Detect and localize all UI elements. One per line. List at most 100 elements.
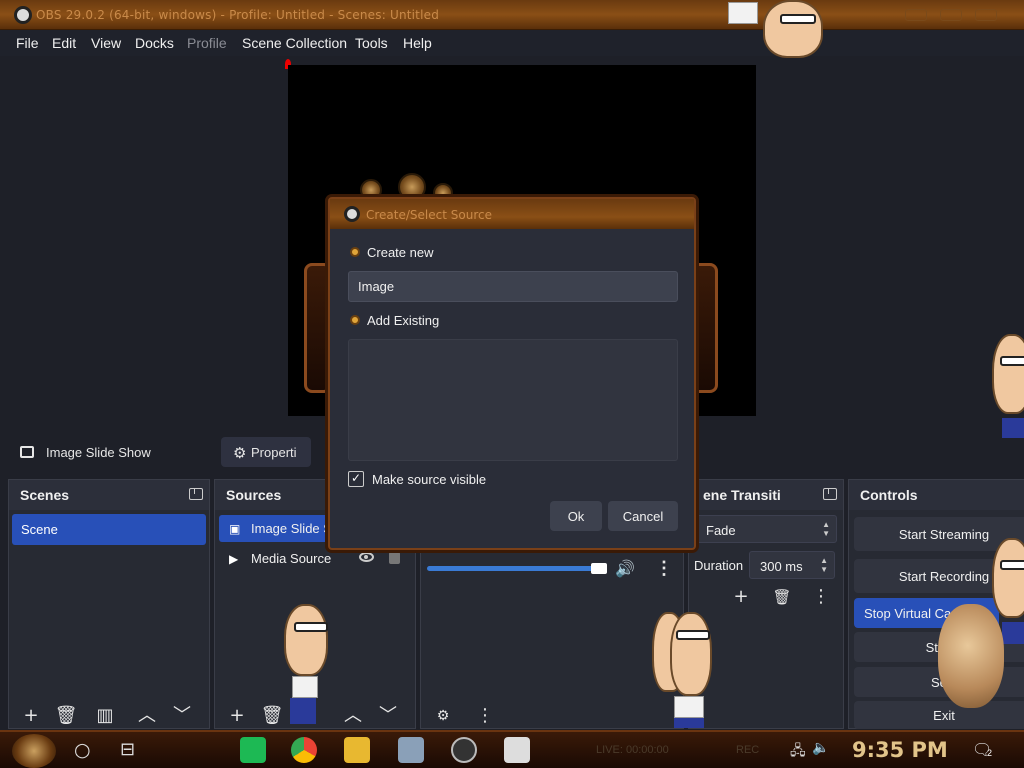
cartoon-pants xyxy=(290,698,316,724)
make-visible-checkbox[interactable]: ✓ xyxy=(348,471,364,487)
title-bar[interactable]: OBS 29.0.2 (64-bit, windows) - Profile: … xyxy=(0,0,1024,30)
menu-view[interactable]: View xyxy=(91,35,121,51)
scene-list-item[interactable]: Scene xyxy=(12,514,206,545)
cartoon-pants xyxy=(1002,418,1024,438)
transition-type-value: Fade xyxy=(706,523,736,538)
move-source-down-button[interactable]: ﹀ xyxy=(376,706,400,728)
cancel-button[interactable]: Cancel xyxy=(608,501,678,531)
obs-taskbar-icon[interactable] xyxy=(451,737,477,763)
add-scene-button[interactable]: + xyxy=(19,706,43,728)
controls-title: Controls xyxy=(860,487,918,503)
add-existing-label: Add Existing xyxy=(367,313,440,328)
cartoon-character-right-top xyxy=(986,334,1024,440)
existing-sources-list[interactable] xyxy=(348,339,678,461)
cartoon-character-top xyxy=(728,0,843,60)
transition-type-select[interactable]: Fade ▲ ▼ xyxy=(695,515,837,543)
create-select-source-dialog: Create/Select Source Create new Add Exis… xyxy=(328,197,696,550)
duration-value: 300 ms xyxy=(760,559,803,574)
taskbar-clock[interactable]: 9:35 PM xyxy=(852,738,948,762)
windows-taskbar: ○ ⊟ LIVE: 00:00:00 REC 🖧 🔈 9:35 PM 🗨 2 xyxy=(0,730,1024,768)
make-visible-label: Make source visible xyxy=(372,472,487,487)
spin-arrows-icon: ▲ ▼ xyxy=(822,520,830,538)
duration-label: Duration xyxy=(694,558,744,573)
menu-help[interactable]: Help xyxy=(403,35,432,51)
selected-source-name: Image Slide Show xyxy=(46,445,151,460)
undock-icon[interactable] xyxy=(823,488,837,500)
undock-icon[interactable] xyxy=(189,488,203,500)
menu-edit[interactable]: Edit xyxy=(52,35,76,51)
menu-profile[interactable]: Profile xyxy=(187,35,227,51)
rec-status: REC xyxy=(736,744,760,756)
menu-scene-collection[interactable]: Scene Collection xyxy=(242,35,347,51)
scenes-title: Scenes xyxy=(20,487,70,503)
menu-file[interactable]: File xyxy=(16,35,39,51)
transitions-dock-header: ene Transiti xyxy=(689,480,843,510)
exit-button[interactable]: Exit xyxy=(854,701,1024,729)
visibility-eye-icon[interactable] xyxy=(359,552,374,562)
move-scene-down-button[interactable]: ﹀ xyxy=(170,706,194,728)
add-existing-radio[interactable] xyxy=(350,315,360,325)
ok-button[interactable]: Ok xyxy=(550,501,602,531)
file-explorer-icon[interactable] xyxy=(344,737,370,763)
source-name-field[interactable] xyxy=(348,271,678,302)
network-icon[interactable]: 🖧 xyxy=(790,740,806,764)
dialog-title-bar[interactable]: Create/Select Source xyxy=(330,199,694,229)
scene-filters-button[interactable]: ▥ xyxy=(93,706,117,728)
spotify-app-icon[interactable] xyxy=(240,737,266,763)
live-status: LIVE: 00:00:00 xyxy=(596,744,669,756)
lock-icon[interactable] xyxy=(389,552,400,564)
advanced-audio-gear-icon[interactable]: ⚙ xyxy=(431,706,455,728)
cartoon-pants xyxy=(1002,622,1024,644)
spin-arrows-icon: ▲ ▼ xyxy=(820,556,828,574)
duration-spinbox[interactable]: 300 ms ▲ ▼ xyxy=(749,551,835,579)
cartoon-character-walking xyxy=(280,604,336,728)
app-window-icon[interactable] xyxy=(398,737,424,763)
move-scene-up-button[interactable]: ︿ xyxy=(135,706,159,728)
exit-label: Exit xyxy=(933,708,955,723)
cartoon-shirt xyxy=(292,676,318,698)
add-source-button[interactable]: + xyxy=(225,706,249,728)
maximize-button[interactable] xyxy=(940,9,962,21)
remove-transition-button[interactable]: 🗑 xyxy=(770,587,794,609)
task-view-icon[interactable]: ⊟ xyxy=(120,739,135,760)
transition-properties-icon[interactable]: ⋮ xyxy=(809,587,833,609)
cartoon-face xyxy=(670,612,712,696)
volume-muted-icon[interactable]: 🔈 xyxy=(812,740,829,756)
speaker-icon[interactable]: 🔊 xyxy=(615,559,635,579)
source-row-label: Media Source xyxy=(251,551,332,566)
cartoon-face xyxy=(284,604,328,676)
photos-app-icon[interactable] xyxy=(504,737,530,763)
move-source-up-button[interactable]: ︿ xyxy=(341,706,365,728)
source-name-input[interactable] xyxy=(358,279,658,294)
menu-docks[interactable]: Docks xyxy=(135,35,174,51)
scenes-dock: Scenes Scene + 🗑 ▥ ︿ ﹀ xyxy=(8,479,210,729)
close-button[interactable] xyxy=(975,9,997,21)
scene-item-label: Scene xyxy=(21,522,58,537)
cartoon-glasses xyxy=(294,622,328,632)
slideshow-icon: ▣ xyxy=(229,522,241,536)
create-new-radio[interactable] xyxy=(350,247,360,257)
scenes-dock-header: Scenes xyxy=(9,480,209,510)
play-icon: ▶ xyxy=(229,552,239,566)
chrome-app-icon[interactable] xyxy=(291,737,317,763)
properties-button[interactable]: ⚙ Properti xyxy=(221,437,311,467)
mixer-menu-icon[interactable]: ⋮ xyxy=(655,559,673,577)
gear-icon: ⚙ xyxy=(233,445,247,462)
cartoon-face xyxy=(992,538,1024,618)
window-title: OBS 29.0.2 (64-bit, windows) - Profile: … xyxy=(36,8,440,22)
obs-logo-icon xyxy=(14,6,32,24)
cartoon-glasses xyxy=(1000,356,1024,366)
add-transition-button[interactable]: + xyxy=(729,587,753,609)
volume-slider[interactable] xyxy=(427,566,607,571)
notification-count: 2 xyxy=(987,748,993,758)
mixer-kebab-icon[interactable]: ⋮ xyxy=(473,706,497,728)
properties-label: Properti xyxy=(251,445,297,460)
search-circle-icon[interactable]: ○ xyxy=(74,739,91,761)
transitions-title: ene Transiti xyxy=(703,487,781,503)
ok-label: Ok xyxy=(567,509,585,524)
remove-scene-button[interactable]: 🗑 xyxy=(54,706,78,728)
start-button[interactable] xyxy=(12,734,56,768)
minimize-button[interactable] xyxy=(905,9,927,21)
menu-tools[interactable]: Tools xyxy=(355,35,388,51)
volume-slider-handle[interactable] xyxy=(591,563,607,574)
